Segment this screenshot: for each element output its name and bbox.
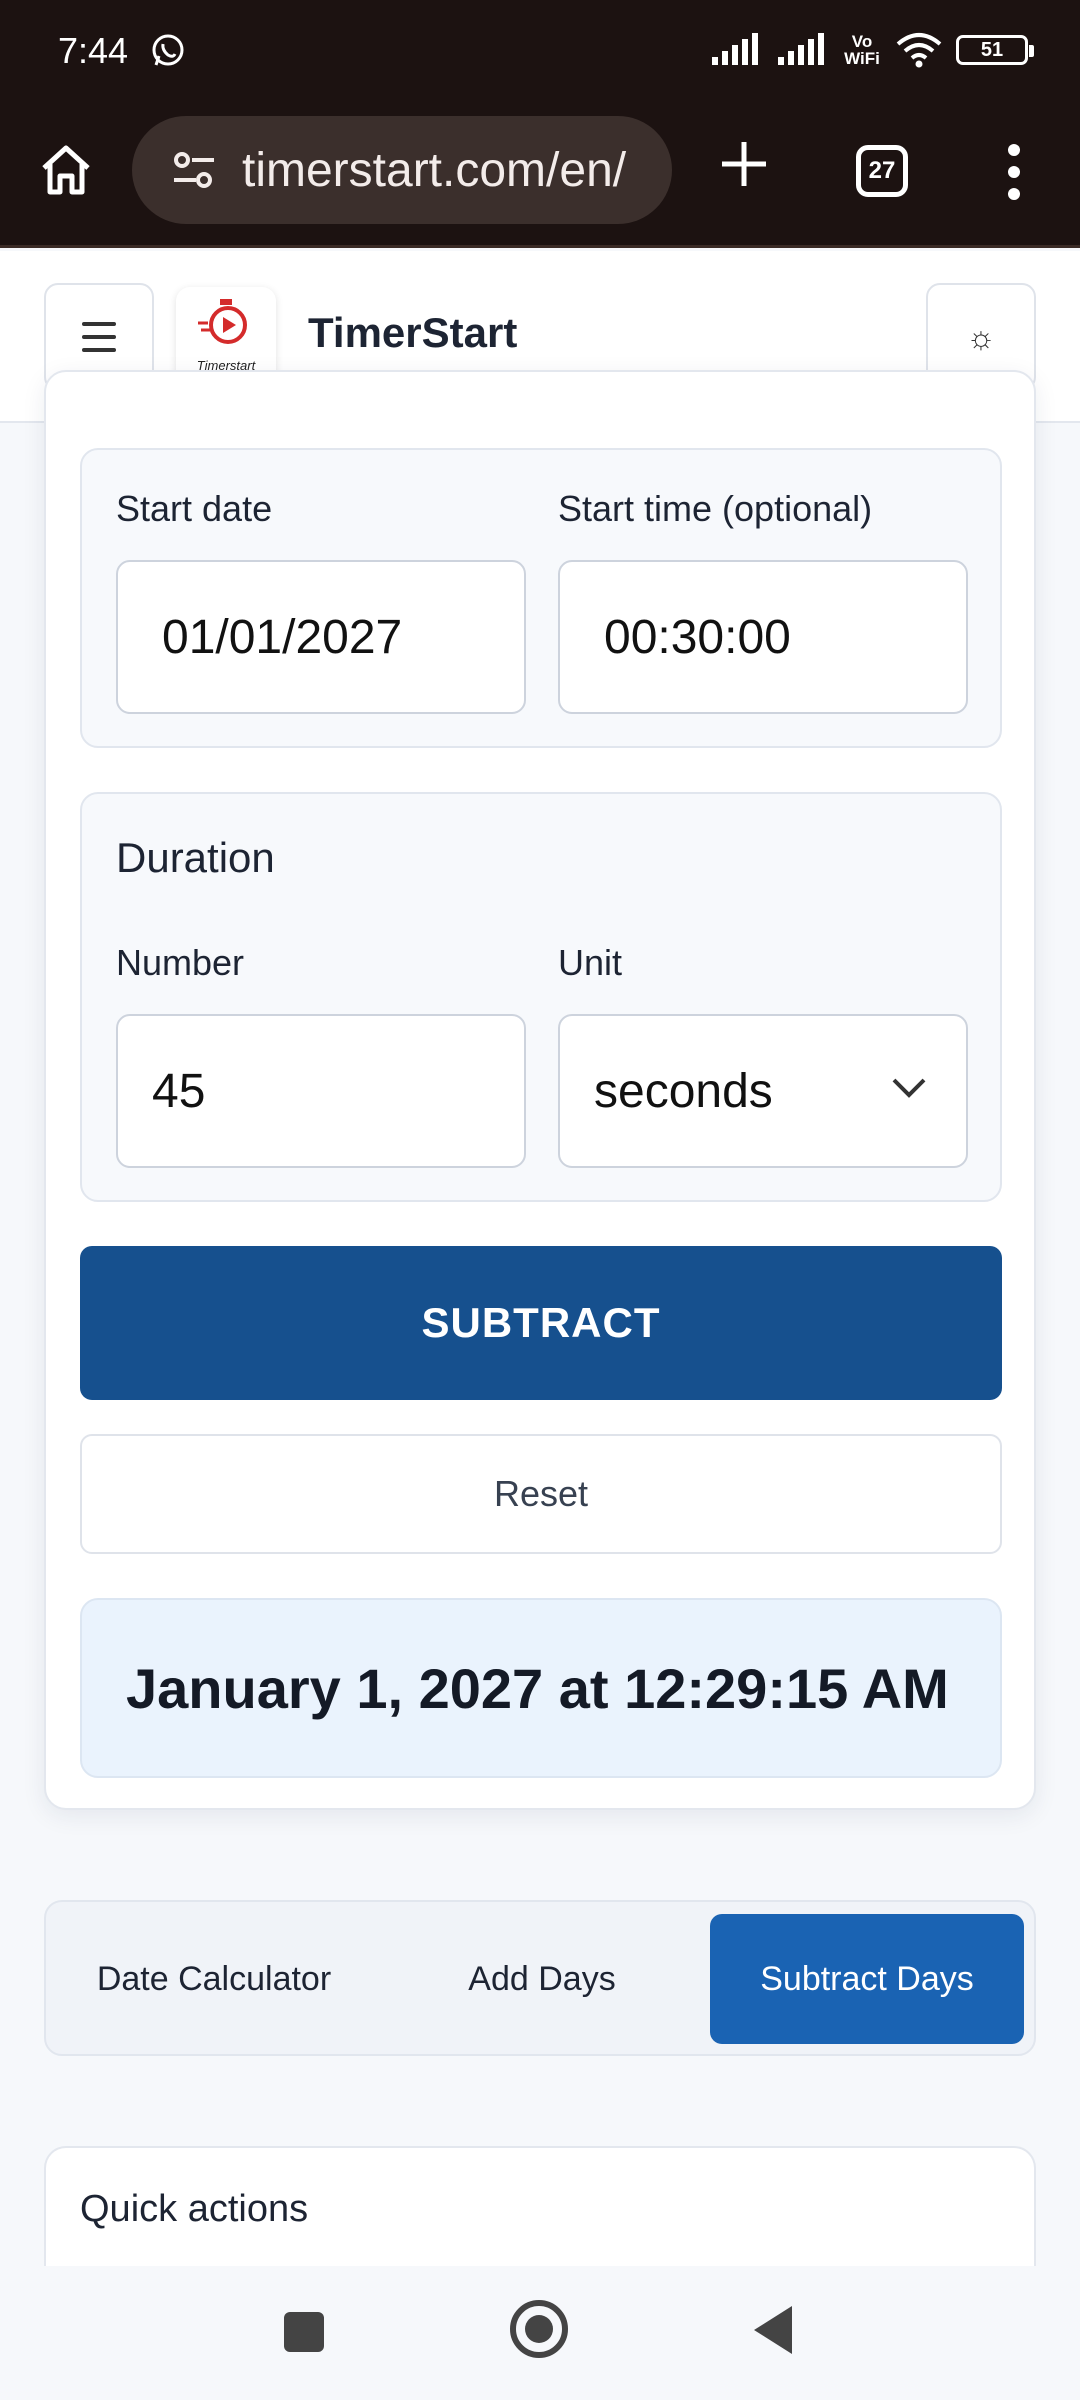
tab-switcher-button[interactable]: 27 <box>856 145 908 197</box>
unit-value: seconds <box>594 1064 773 1118</box>
sun-icon: ☼ <box>966 318 996 355</box>
home-nav-icon[interactable] <box>510 2300 568 2358</box>
status-time: 7:44 <box>58 30 129 71</box>
status-bar: 7:44 Vo WiFi 51 <box>0 0 1080 100</box>
start-date-input[interactable]: 01/01/2027 <box>116 560 526 714</box>
duration-panel: Duration Number Unit 45 seconds <box>80 792 1002 1202</box>
vowifi-label: Vo WiFi <box>844 32 880 68</box>
back-icon[interactable] <box>754 2306 792 2354</box>
status-icons: Vo WiFi 51 <box>710 28 1034 72</box>
hamburger-line <box>82 348 116 352</box>
start-time-input[interactable]: 00:30:00 <box>558 560 968 714</box>
tabs-count: 27 <box>868 157 896 184</box>
new-tab-icon[interactable] <box>716 136 772 192</box>
reset-button[interactable]: Reset <box>80 1434 1002 1554</box>
tab-subtract-days[interactable]: Subtract Days <box>710 1914 1024 2044</box>
result-text: January 1, 2027 at 12:29:15 AM <box>126 1656 949 1720</box>
unit-label: Unit <box>558 942 623 983</box>
battery-icon: 51 <box>956 35 1034 65</box>
recents-icon[interactable] <box>284 2312 324 2352</box>
url-text: timerstart.com/en/ <box>242 143 627 197</box>
calculator-tabs: Date Calculator Add Days Subtract Days <box>44 1900 1036 2056</box>
signal-icon-2 <box>778 33 824 65</box>
calculator-card: Start date Start time (optional) 01/01/2… <box>44 370 1036 1810</box>
number-label: Number <box>116 942 245 983</box>
result-display: January 1, 2027 at 12:29:15 AM <box>80 1598 1002 1778</box>
hamburger-line <box>82 335 116 339</box>
subtract-button[interactable]: SUBTRACT <box>80 1246 1002 1400</box>
tab-add-days[interactable]: Add Days <box>382 1914 702 2044</box>
site-title[interactable]: TimerStart <box>308 309 517 357</box>
tab-date-calculator[interactable]: Date Calculator <box>54 1914 374 2044</box>
browser-toolbar: timerstart.com/en/ 27 <box>0 100 1080 248</box>
home-icon[interactable] <box>36 140 96 200</box>
start-time-value: 00:30:00 <box>604 610 791 664</box>
battery-level: 51 <box>980 38 1004 61</box>
chevron-down-icon <box>892 1078 926 1098</box>
more-menu-icon[interactable] <box>1000 142 1028 202</box>
start-date-value: 01/01/2027 <box>162 610 403 664</box>
url-bar[interactable]: timerstart.com/en/ <box>132 116 672 224</box>
duration-title: Duration <box>116 834 275 881</box>
start-time-label: Start time (optional) <box>558 488 873 529</box>
signal-icon <box>712 33 758 65</box>
number-input[interactable]: 45 <box>116 1014 526 1168</box>
start-panel: Start date Start time (optional) 01/01/2… <box>80 448 1002 748</box>
number-value: 45 <box>152 1064 206 1118</box>
whatsapp-icon <box>152 34 184 66</box>
system-nav-bar <box>0 2268 1080 2400</box>
unit-select[interactable]: seconds <box>558 1014 968 1168</box>
quick-actions-card: Quick actions <box>44 2146 1036 2266</box>
quick-actions-title: Quick actions <box>80 2188 309 2230</box>
wifi-icon <box>896 33 942 68</box>
hamburger-line <box>82 322 116 326</box>
start-date-label: Start date <box>116 488 273 529</box>
site-settings-icon[interactable] <box>170 146 218 194</box>
